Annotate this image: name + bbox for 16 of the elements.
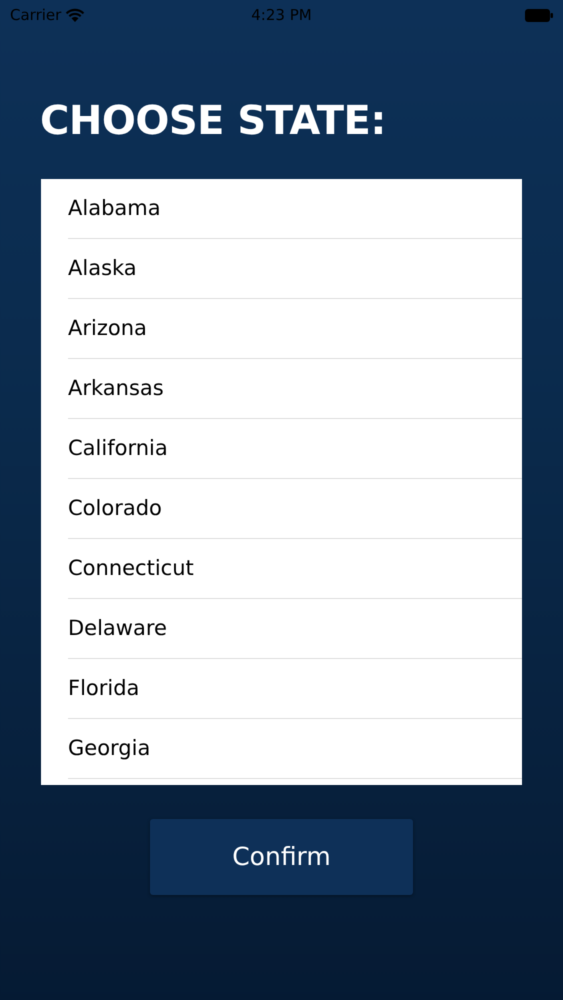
state-option[interactable]: Arizona — [68, 312, 147, 344]
state-option[interactable]: Colorado — [68, 492, 162, 524]
state-option[interactable]: Alaska — [68, 252, 137, 284]
screen-title: CHOOSE STATE: — [40, 97, 387, 145]
state-option[interactable]: California — [68, 432, 168, 464]
state-option[interactable]: Delaware — [68, 612, 167, 644]
time-label: 4:23 PM — [251, 6, 312, 24]
state-option[interactable]: Florida — [68, 672, 140, 704]
carrier-label: Carrier — [10, 4, 62, 26]
battery-icon — [525, 8, 553, 22]
wifi-icon — [65, 8, 86, 22]
state-option[interactable]: Georgia — [68, 732, 150, 764]
confirm-button[interactable]: Confirm — [150, 819, 413, 895]
state-option[interactable]: Connecticut — [68, 552, 194, 584]
state-option[interactable]: Arkansas — [68, 372, 164, 404]
state-option[interactable]: Alabama — [68, 192, 161, 224]
